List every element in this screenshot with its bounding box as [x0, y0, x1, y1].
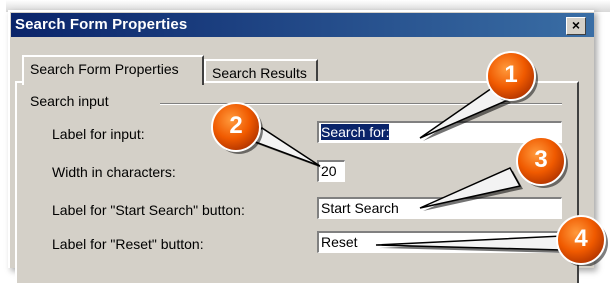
callout-3-pointer-fill	[419, 167, 522, 209]
callout-4-number: 4	[574, 225, 588, 252]
callout-1-number: 1	[504, 61, 518, 88]
callout-1-pointer-fill	[419, 87, 510, 139]
callout-overlay	[211, 51, 608, 266]
callout-3-number: 3	[534, 146, 548, 173]
callout-2-number: 2	[229, 112, 243, 139]
